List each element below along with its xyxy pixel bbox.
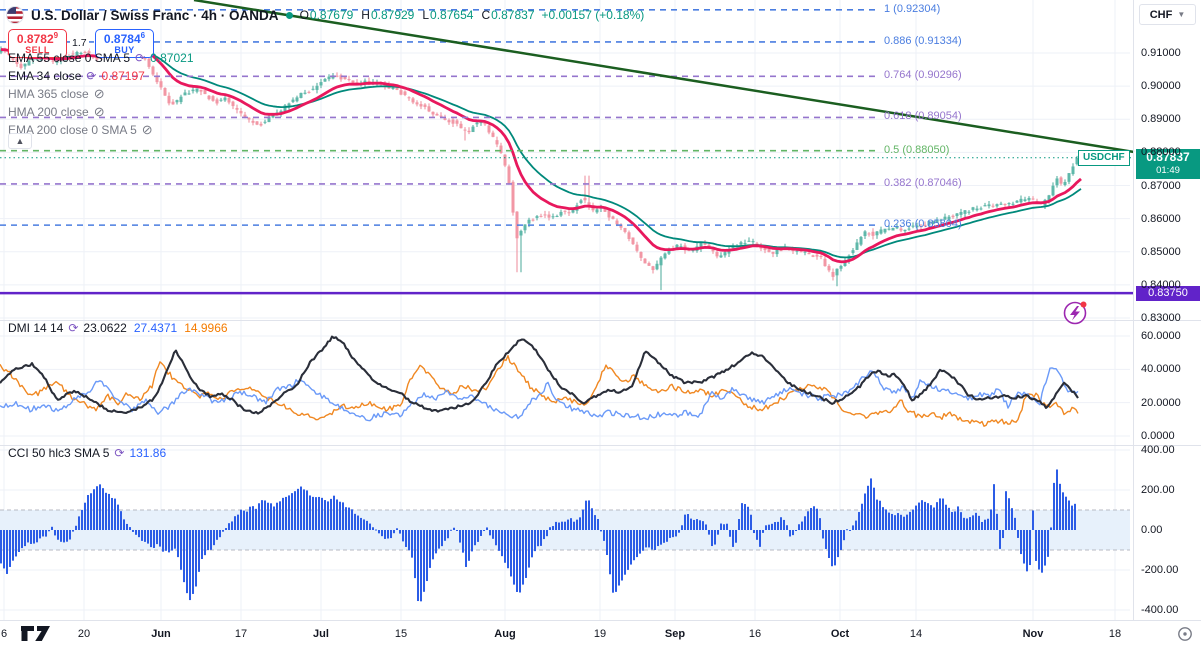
fib-level-label[interactable]: 0.382 (0.87046): [884, 177, 962, 189]
cci-histogram: [0, 469, 1130, 602]
strategy-lightning-icon[interactable]: [1063, 301, 1087, 325]
dmi-axis-label[interactable]: 60.0000: [1141, 330, 1181, 342]
ohlc-values: O0.87679 H0.87929 L0.87654 C0.87837: [300, 8, 535, 22]
legend-label: EMA 55 close 0 SMA 5: [8, 51, 131, 65]
legend-value: 0.87021: [150, 51, 194, 65]
legend-label: EMA 34 close: [8, 69, 82, 83]
price-axis-label[interactable]: 0.89000: [1141, 113, 1181, 125]
time-axis-label[interactable]: 14: [910, 628, 922, 640]
time-axis-label[interactable]: Jul: [313, 628, 329, 640]
market-open-dot: [285, 11, 293, 19]
time-axis-label[interactable]: Aug: [494, 628, 515, 640]
time-axis-label[interactable]: 17: [235, 628, 247, 640]
time-axis-label[interactable]: 19: [594, 628, 606, 640]
us-flag-icon: [6, 6, 24, 24]
price-change: +0.00157 (+0.18%): [541, 8, 645, 22]
fib-level-label[interactable]: 0.886 (0.91334): [884, 35, 962, 47]
time-axis-label[interactable]: 20: [78, 628, 90, 640]
bar-countdown: 01:49: [1156, 164, 1180, 176]
ohlc-item: L0.87654: [422, 8, 474, 22]
collapse-legend-button[interactable]: ▲: [8, 133, 32, 149]
price-axis-label[interactable]: 0.83000: [1141, 312, 1181, 324]
fib-level-label[interactable]: 0.5 (0.88050): [884, 144, 949, 156]
time-axis-label[interactable]: 16: [749, 628, 761, 640]
spread-value: 1.7: [70, 36, 89, 50]
eye-off-icon: ⊘: [141, 122, 153, 137]
currency-dropdown[interactable]: CHF ▼: [1139, 4, 1196, 25]
price-axis-label[interactable]: 0.85000: [1141, 246, 1181, 258]
legend-row-1[interactable]: EMA 55 close 0 SMA 5 ⟳ 0.87021: [8, 49, 194, 67]
legend-value: 0.87197: [101, 69, 145, 83]
cci-axis-label[interactable]: 200.00: [1141, 484, 1175, 496]
ohlc-item: H0.87929: [361, 8, 415, 22]
time-axis-label[interactable]: Sep: [665, 628, 685, 640]
tradingview-logo[interactable]: [20, 623, 56, 643]
dmi-value: 23.0622: [83, 321, 127, 335]
time-axis-label[interactable]: 15: [395, 628, 407, 640]
ohlc-item: C0.87837: [481, 8, 535, 22]
time-axis-label[interactable]: Jun: [151, 628, 171, 640]
fib-level-label[interactable]: 0.236 (0.85804): [884, 218, 962, 230]
legend-row-4[interactable]: HMA 200 close ⊘: [8, 103, 105, 121]
time-axis-label[interactable]: 6: [1, 628, 7, 640]
cci-axis-label[interactable]: -400.00: [1141, 604, 1178, 616]
eye-off-icon: ⊘: [93, 104, 105, 119]
loader-icon: ⟳: [68, 321, 79, 335]
price-axis-label[interactable]: 0.91000: [1141, 47, 1181, 59]
symbol-title[interactable]: U.S. Dollar / Swiss Franc · 4h · OANDA: [31, 8, 279, 23]
dmi-value: 27.4371: [133, 321, 178, 335]
price-axis-label[interactable]: 0.88000: [1141, 146, 1181, 158]
timezone-target-icon[interactable]: [1176, 625, 1194, 643]
loader-icon: ⟳: [135, 51, 146, 65]
cci-value: 131.86: [129, 446, 167, 460]
eye-off-icon: ⊘: [93, 86, 105, 101]
ohlc-item: O0.87679: [299, 8, 354, 22]
cci-label: CCI 50 hlc3 SMA 5: [8, 446, 110, 460]
legend-label: HMA 200 close: [8, 105, 89, 119]
loader-icon: ⟳: [86, 69, 97, 83]
dmi-axis-label[interactable]: 20.0000: [1141, 397, 1181, 409]
dmi-axis-label[interactable]: 40.0000: [1141, 363, 1181, 375]
chevron-down-icon: ▼: [1177, 10, 1186, 19]
dmi-legend-row[interactable]: DMI 14 14 ⟳ 23.0622 27.4371 14.9966: [8, 319, 228, 337]
cci-axis-label[interactable]: 0.00: [1141, 524, 1162, 536]
price-axis-label[interactable]: 0.84000: [1141, 279, 1181, 291]
time-axis-label[interactable]: Oct: [831, 628, 849, 640]
time-axis-label[interactable]: 18: [1109, 628, 1121, 640]
price-axis-label[interactable]: 0.87000: [1141, 180, 1181, 192]
legend-row-3[interactable]: HMA 365 close ⊘: [8, 85, 105, 103]
dmi-values: 23.0622 27.4371 14.9966: [83, 321, 227, 335]
last-price-symbol-tag: USDCHF: [1078, 149, 1130, 166]
trading-chart-window: U.S. Dollar / Swiss Franc · 4h · OANDA O…: [0, 0, 1201, 645]
loader-icon: ⟳: [114, 446, 125, 460]
symbol-header: U.S. Dollar / Swiss Franc · 4h · OANDA O…: [6, 4, 644, 26]
dmi-axis-label[interactable]: 0.0000: [1141, 430, 1175, 442]
cci-axis-label[interactable]: 400.00: [1141, 444, 1175, 456]
dmi-label: DMI 14 14: [8, 321, 64, 335]
fib-level-label[interactable]: 1 (0.92304): [884, 3, 940, 15]
fib-level-label[interactable]: 0.764 (0.90296): [884, 69, 962, 81]
legend-label: HMA 365 close: [8, 87, 89, 101]
fib-level-label[interactable]: 0.618 (0.89054): [884, 110, 962, 122]
dmi-value: 14.9966: [184, 321, 228, 335]
price-axis-label[interactable]: 0.86000: [1141, 213, 1181, 225]
time-axis-label[interactable]: Nov: [1023, 628, 1044, 640]
cci-legend-row[interactable]: CCI 50 hlc3 SMA 5 ⟳ 131.86: [8, 444, 166, 462]
price-axis-label[interactable]: 0.90000: [1141, 80, 1181, 92]
cci-axis-label[interactable]: -200.00: [1141, 564, 1178, 576]
legend-row-2[interactable]: EMA 34 close ⟳ 0.87197: [8, 67, 145, 85]
